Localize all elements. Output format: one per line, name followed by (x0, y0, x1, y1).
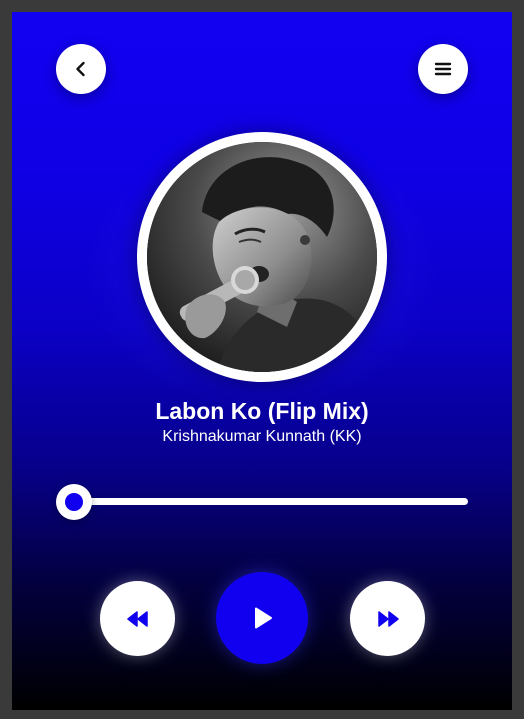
track-title: Labon Ko (Flip Mix) (155, 398, 369, 424)
rewind-button[interactable] (100, 581, 175, 656)
album-art (147, 142, 377, 372)
progress-thumb-dot (65, 493, 83, 511)
album-art-frame (137, 132, 387, 382)
chevron-left-icon (76, 61, 85, 77)
progress-track[interactable] (74, 498, 468, 505)
fast-forward-icon (377, 610, 399, 627)
rewind-icon (126, 610, 148, 627)
progress-thumb[interactable] (56, 484, 92, 520)
player-screen: Labon Ko (Flip Mix) Krishnakumar Kunnath… (12, 12, 512, 710)
track-artist: Krishnakumar Kunnath (KK) (162, 428, 362, 445)
play-button[interactable] (216, 572, 308, 664)
back-button[interactable] (56, 44, 106, 94)
play-icon (255, 607, 272, 629)
menu-button[interactable] (418, 44, 468, 94)
fast-forward-button[interactable] (350, 581, 425, 656)
hamburger-menu-icon (434, 62, 452, 76)
